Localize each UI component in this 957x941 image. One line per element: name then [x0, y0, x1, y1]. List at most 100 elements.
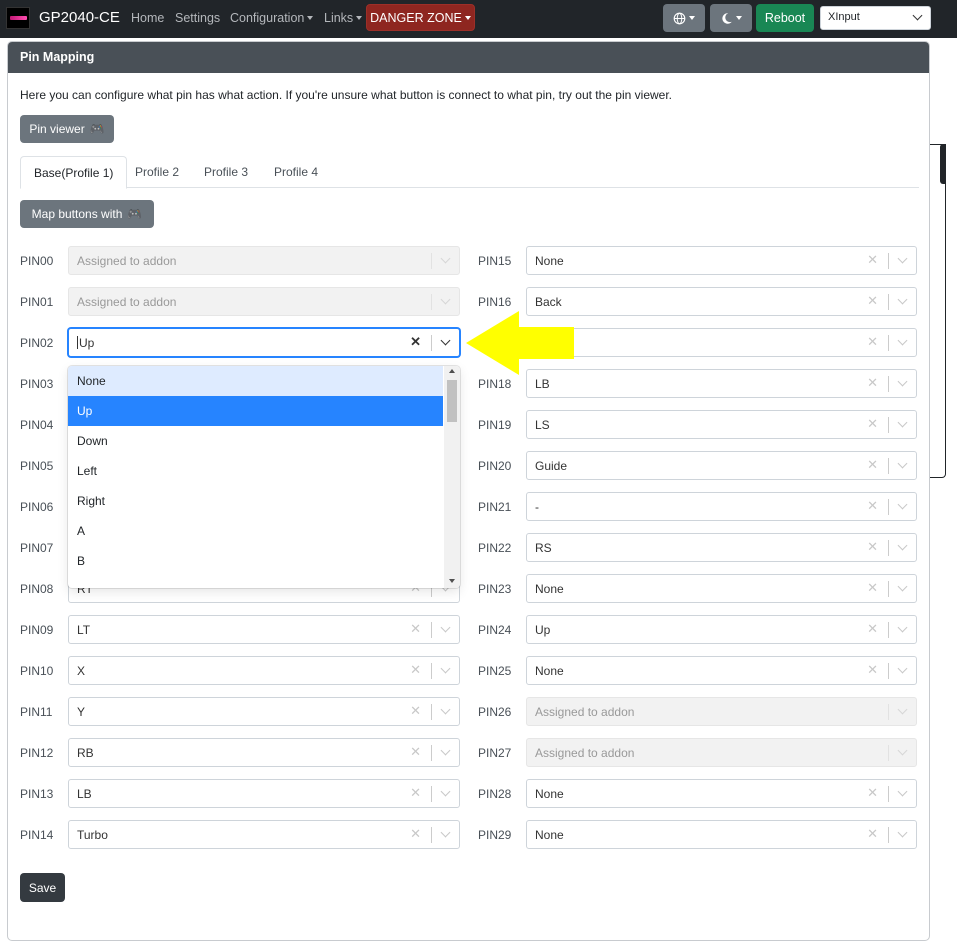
menu-option[interactable]: A: [68, 516, 443, 546]
scroll-up-arrow-icon[interactable]: [449, 369, 455, 373]
chevron-down-icon[interactable]: [897, 745, 908, 756]
chevron-down-icon[interactable]: [897, 622, 908, 633]
brand-title[interactable]: GP2040-CE: [39, 9, 120, 26]
pin-select-pin17[interactable]: ✕: [526, 328, 917, 357]
menu-option[interactable]: None: [68, 366, 443, 396]
pin-select-pin16[interactable]: Back ✕: [526, 287, 917, 316]
map-buttons-button[interactable]: Map buttons with 🎮: [20, 200, 154, 228]
reboot-button[interactable]: Reboot: [756, 4, 814, 32]
chevron-down-icon[interactable]: [897, 417, 908, 428]
menu-scrollbar[interactable]: [444, 366, 460, 588]
chevron-down-icon[interactable]: [897, 827, 908, 838]
language-button[interactable]: [663, 4, 705, 32]
clear-icon[interactable]: ✕: [867, 827, 878, 841]
pin-select-pin02[interactable]: Up ✕: [68, 328, 460, 357]
clear-icon[interactable]: ✕: [867, 294, 878, 308]
pin-select-pin19[interactable]: LS ✕: [526, 410, 917, 439]
chevron-down-icon[interactable]: [440, 745, 451, 756]
clear-icon[interactable]: ✕: [867, 417, 878, 431]
chevron-down-icon[interactable]: [440, 253, 451, 264]
save-button[interactable]: Save: [20, 873, 65, 902]
chevron-down-icon[interactable]: [897, 335, 908, 346]
pin-label-pin12: PIN12: [20, 746, 54, 760]
pin-select-pin14[interactable]: Turbo ✕: [68, 820, 460, 849]
menu-option[interactable]: Left: [68, 456, 443, 486]
clear-icon[interactable]: ✕: [867, 786, 878, 800]
clear-icon[interactable]: ✕: [410, 663, 421, 677]
pin-select-pin18[interactable]: LB ✕: [526, 369, 917, 398]
pin-select-pin10[interactable]: X ✕: [68, 656, 460, 685]
pin-select-pin25[interactable]: None ✕: [526, 656, 917, 685]
clear-icon[interactable]: ✕: [867, 335, 878, 349]
pin-label-pin16: PIN16: [478, 295, 512, 309]
menu-option[interactable]: Down: [68, 426, 443, 456]
pin-label-pin05: PIN05: [20, 459, 54, 473]
nav-home-link[interactable]: Home: [131, 11, 164, 25]
theme-button[interactable]: [710, 4, 752, 32]
pin-select-pin12[interactable]: RB ✕: [68, 738, 460, 767]
pin-select-value: LT: [77, 623, 91, 637]
scroll-down-arrow-icon[interactable]: [449, 579, 455, 583]
chevron-down-icon[interactable]: [897, 663, 908, 674]
chevron-down-icon[interactable]: [440, 663, 451, 674]
tab-base-profile[interactable]: Base(Profile 1): [20, 156, 128, 189]
chevron-down-icon[interactable]: [440, 827, 451, 838]
chevron-down-icon[interactable]: [897, 376, 908, 387]
chevron-down-icon[interactable]: [440, 622, 451, 633]
pin-select-pin22[interactable]: RS ✕: [526, 533, 917, 562]
clear-icon[interactable]: ✕: [867, 581, 878, 595]
clear-icon[interactable]: ✕: [410, 745, 421, 759]
clear-icon[interactable]: ✕: [867, 663, 878, 677]
pin-select-pin13[interactable]: LB ✕: [68, 779, 460, 808]
chevron-down-icon[interactable]: [440, 335, 451, 346]
clear-icon[interactable]: ✕: [410, 704, 421, 718]
clear-icon[interactable]: ✕: [867, 622, 878, 636]
pin-select-pin23[interactable]: None ✕: [526, 574, 917, 603]
chevron-down-icon[interactable]: [897, 458, 908, 469]
clear-icon[interactable]: ✕: [867, 458, 878, 472]
pin-select-pin21[interactable]: - ✕: [526, 492, 917, 521]
chevron-down-icon[interactable]: [440, 704, 451, 715]
logo[interactable]: [6, 7, 30, 29]
clear-icon[interactable]: ✕: [867, 499, 878, 513]
menu-option[interactable]: Right: [68, 486, 443, 516]
nav-settings-link[interactable]: Settings: [175, 11, 220, 25]
pin-viewer-label: Pin viewer: [29, 122, 85, 136]
chevron-down-icon[interactable]: [440, 294, 451, 305]
clear-icon[interactable]: ✕: [867, 376, 878, 390]
scroll-thumb[interactable]: [447, 380, 457, 422]
pin-select-pin24[interactable]: Up ✕: [526, 615, 917, 644]
clear-icon[interactable]: ✕: [867, 540, 878, 554]
pin-select-pin09[interactable]: LT ✕: [68, 615, 460, 644]
tab-profile-4[interactable]: Profile 4: [261, 156, 331, 188]
tab-profile-3[interactable]: Profile 3: [191, 156, 261, 188]
chevron-down-icon[interactable]: [897, 581, 908, 592]
menu-option[interactable]: Up: [68, 396, 443, 426]
danger-zone-button[interactable]: DANGER ZONE: [366, 4, 475, 31]
chevron-down-icon[interactable]: [897, 253, 908, 264]
clear-icon[interactable]: ✕: [867, 253, 878, 267]
chevron-down-icon[interactable]: [897, 499, 908, 510]
indicator-separator: [888, 376, 889, 392]
pin-action-menu[interactable]: None Up Down Left Right A B: [68, 366, 460, 588]
clear-icon[interactable]: ✕: [410, 335, 421, 349]
tab-profile-2[interactable]: Profile 2: [122, 156, 192, 188]
chevron-down-icon[interactable]: [440, 786, 451, 797]
menu-option[interactable]: B: [68, 546, 443, 576]
pin-select-pin15[interactable]: None ✕: [526, 246, 917, 275]
input-mode-select[interactable]: XInput: [820, 6, 931, 30]
nav-configuration-dropdown[interactable]: Configuration: [230, 11, 314, 25]
pin-select-pin20[interactable]: Guide ✕: [526, 451, 917, 480]
clear-icon[interactable]: ✕: [410, 827, 421, 841]
pin-select-pin11[interactable]: Y ✕: [68, 697, 460, 726]
nav-links-dropdown[interactable]: Links: [324, 11, 363, 25]
chevron-down-icon[interactable]: [897, 704, 908, 715]
pin-select-pin29[interactable]: None ✕: [526, 820, 917, 849]
chevron-down-icon[interactable]: [897, 540, 908, 551]
clear-icon[interactable]: ✕: [410, 786, 421, 800]
clear-icon[interactable]: ✕: [410, 622, 421, 636]
chevron-down-icon[interactable]: [897, 786, 908, 797]
chevron-down-icon[interactable]: [897, 294, 908, 305]
pin-viewer-button[interactable]: Pin viewer 🎮: [20, 115, 114, 143]
pin-select-pin28[interactable]: None ✕: [526, 779, 917, 808]
